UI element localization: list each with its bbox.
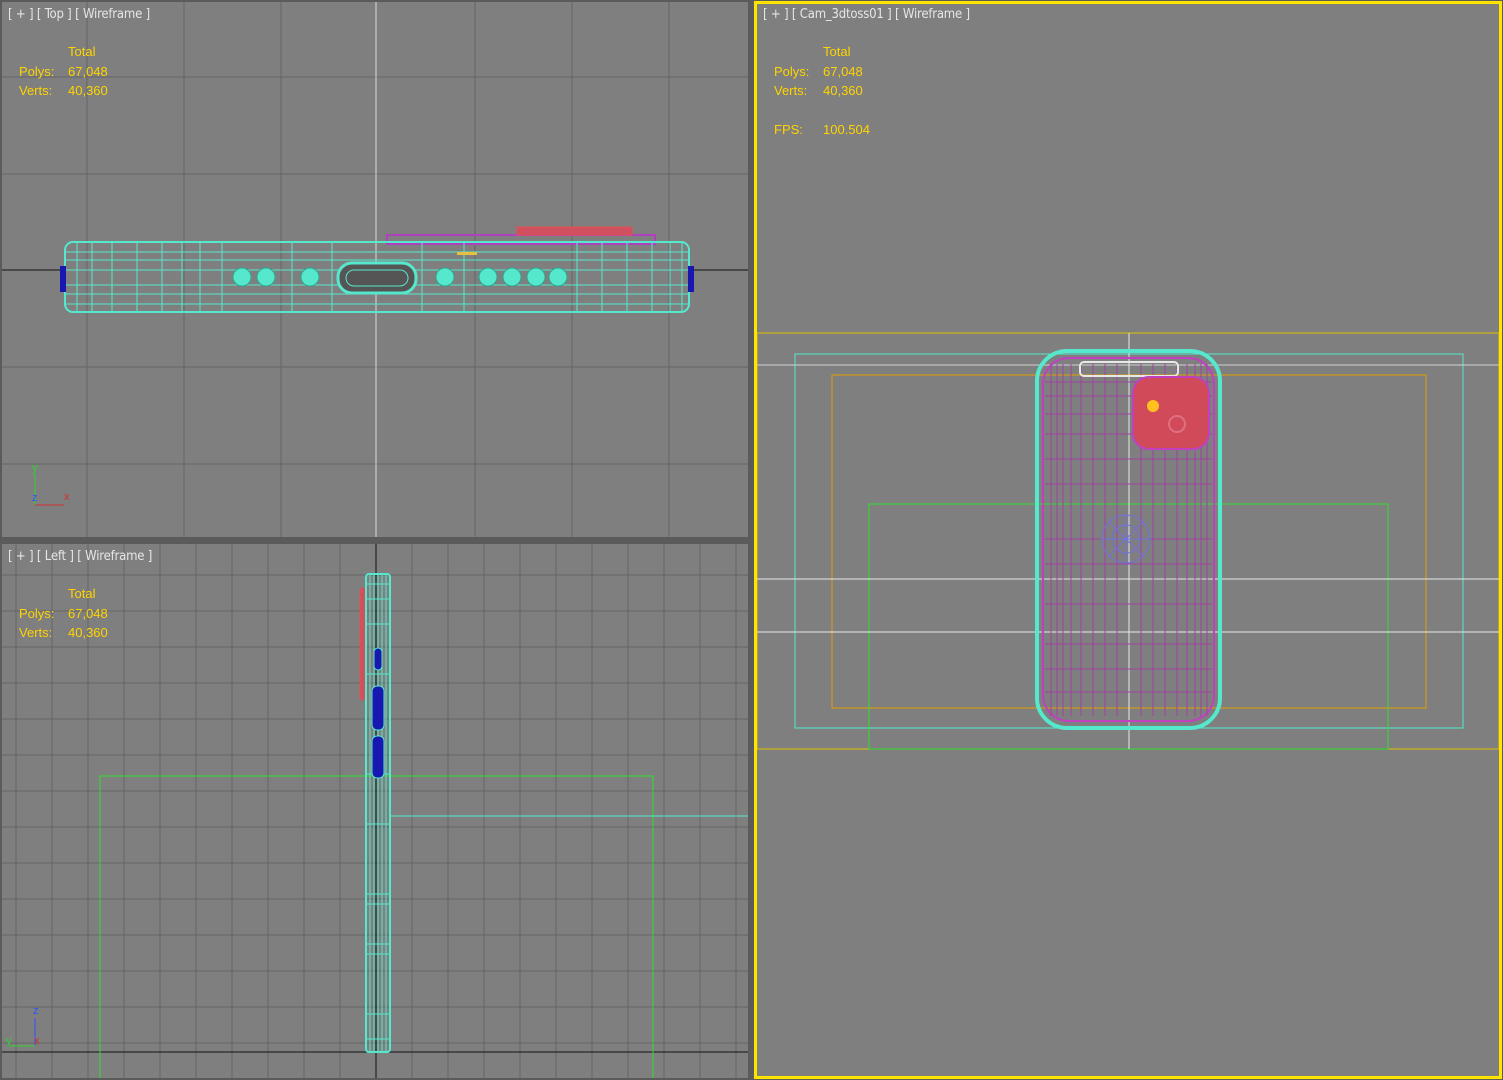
gizmo-z-label: z <box>33 1005 39 1017</box>
fps-value: 100.504 <box>823 121 870 137</box>
stats-header: Total <box>823 44 851 59</box>
gizmo-y-label: y <box>32 462 38 474</box>
viewport-label-left: [ + ] [ Left ] [ Wireframe ] <box>8 549 152 564</box>
viewport-top[interactable]: y z x [ + ] [ Top ] [ Wireframe ] Total … <box>2 2 748 537</box>
viewport-camera[interactable]: [ + ] [ Cam_3dtoss01 ] [ Wireframe ] Tot… <box>754 1 1502 1079</box>
stats-header: Total <box>68 586 96 601</box>
camera-viewport-canvas[interactable] <box>757 4 1499 1076</box>
viewport-menu-plus[interactable]: [ + ] <box>763 7 789 22</box>
viewport-left[interactable]: z x y [ + ] [ Left ] [ Wireframe ] Total… <box>2 544 748 1078</box>
viewport-menu-plus[interactable]: [ + ] <box>8 549 34 564</box>
polys-label: Polys: <box>19 63 55 79</box>
gizmo-x-label: x <box>64 491 70 503</box>
fps-label: FPS: <box>774 121 803 137</box>
viewport-shading-mode[interactable]: [ Wireframe ] <box>77 549 152 564</box>
gizmo-z-label: z <box>32 492 38 504</box>
polys-value: 67,048 <box>68 605 108 621</box>
verts-value: 40,360 <box>68 83 108 98</box>
left-viewport-canvas[interactable]: z x y <box>2 544 748 1078</box>
viewport-menu-plus[interactable]: [ + ] <box>8 7 34 22</box>
viewport-point-of-view[interactable]: [ Top ] <box>37 7 72 22</box>
viewport-label-camera: [ + ] [ Cam_3dtoss01 ] [ Wireframe ] <box>763 7 970 22</box>
viewport-stats-top: Total Polys: 67,048 Verts: 40,360 <box>19 42 108 101</box>
viewport-point-of-view[interactable]: [ Left ] <box>37 549 74 564</box>
viewport-shading-mode[interactable]: [ Wireframe ] <box>895 7 970 22</box>
viewport-point-of-view[interactable]: [ Cam_3dtoss01 ] <box>792 7 892 22</box>
viewport-stats-camera: Total Polys: 67,048 Verts: 40,360 FPS: 100.… <box>774 42 870 139</box>
viewport-stats-left: Total Polys: 67,048 Verts: 40,360 <box>19 584 108 643</box>
viewport-shading-mode[interactable]: [ Wireframe ] <box>75 7 150 22</box>
viewport-label-top: [ + ] [ Top ] [ Wireframe ] <box>8 7 150 22</box>
polys-value: 67,048 <box>823 63 863 79</box>
verts-value: 40,360 <box>823 83 863 98</box>
verts-label: Verts: <box>774 83 808 98</box>
axis-gizmo-top: y z x <box>32 462 70 506</box>
phone-wireframe-left[interactable] <box>359 573 391 1053</box>
verts-value: 40,360 <box>68 625 108 640</box>
stats-header: Total <box>68 44 96 59</box>
verts-label: Verts: <box>19 625 53 640</box>
polys-label: Polys: <box>19 605 55 621</box>
axis-gizmo-left: z x y <box>6 1005 40 1047</box>
gizmo-x-label: x <box>34 1035 40 1047</box>
verts-label: Verts: <box>19 83 53 98</box>
top-viewport-canvas[interactable]: y z x <box>2 2 748 537</box>
polys-value: 67,048 <box>68 63 108 79</box>
phone-wireframe-top[interactable] <box>60 226 694 313</box>
polys-label: Polys: <box>774 63 810 79</box>
gizmo-y-label: y <box>6 1035 12 1047</box>
